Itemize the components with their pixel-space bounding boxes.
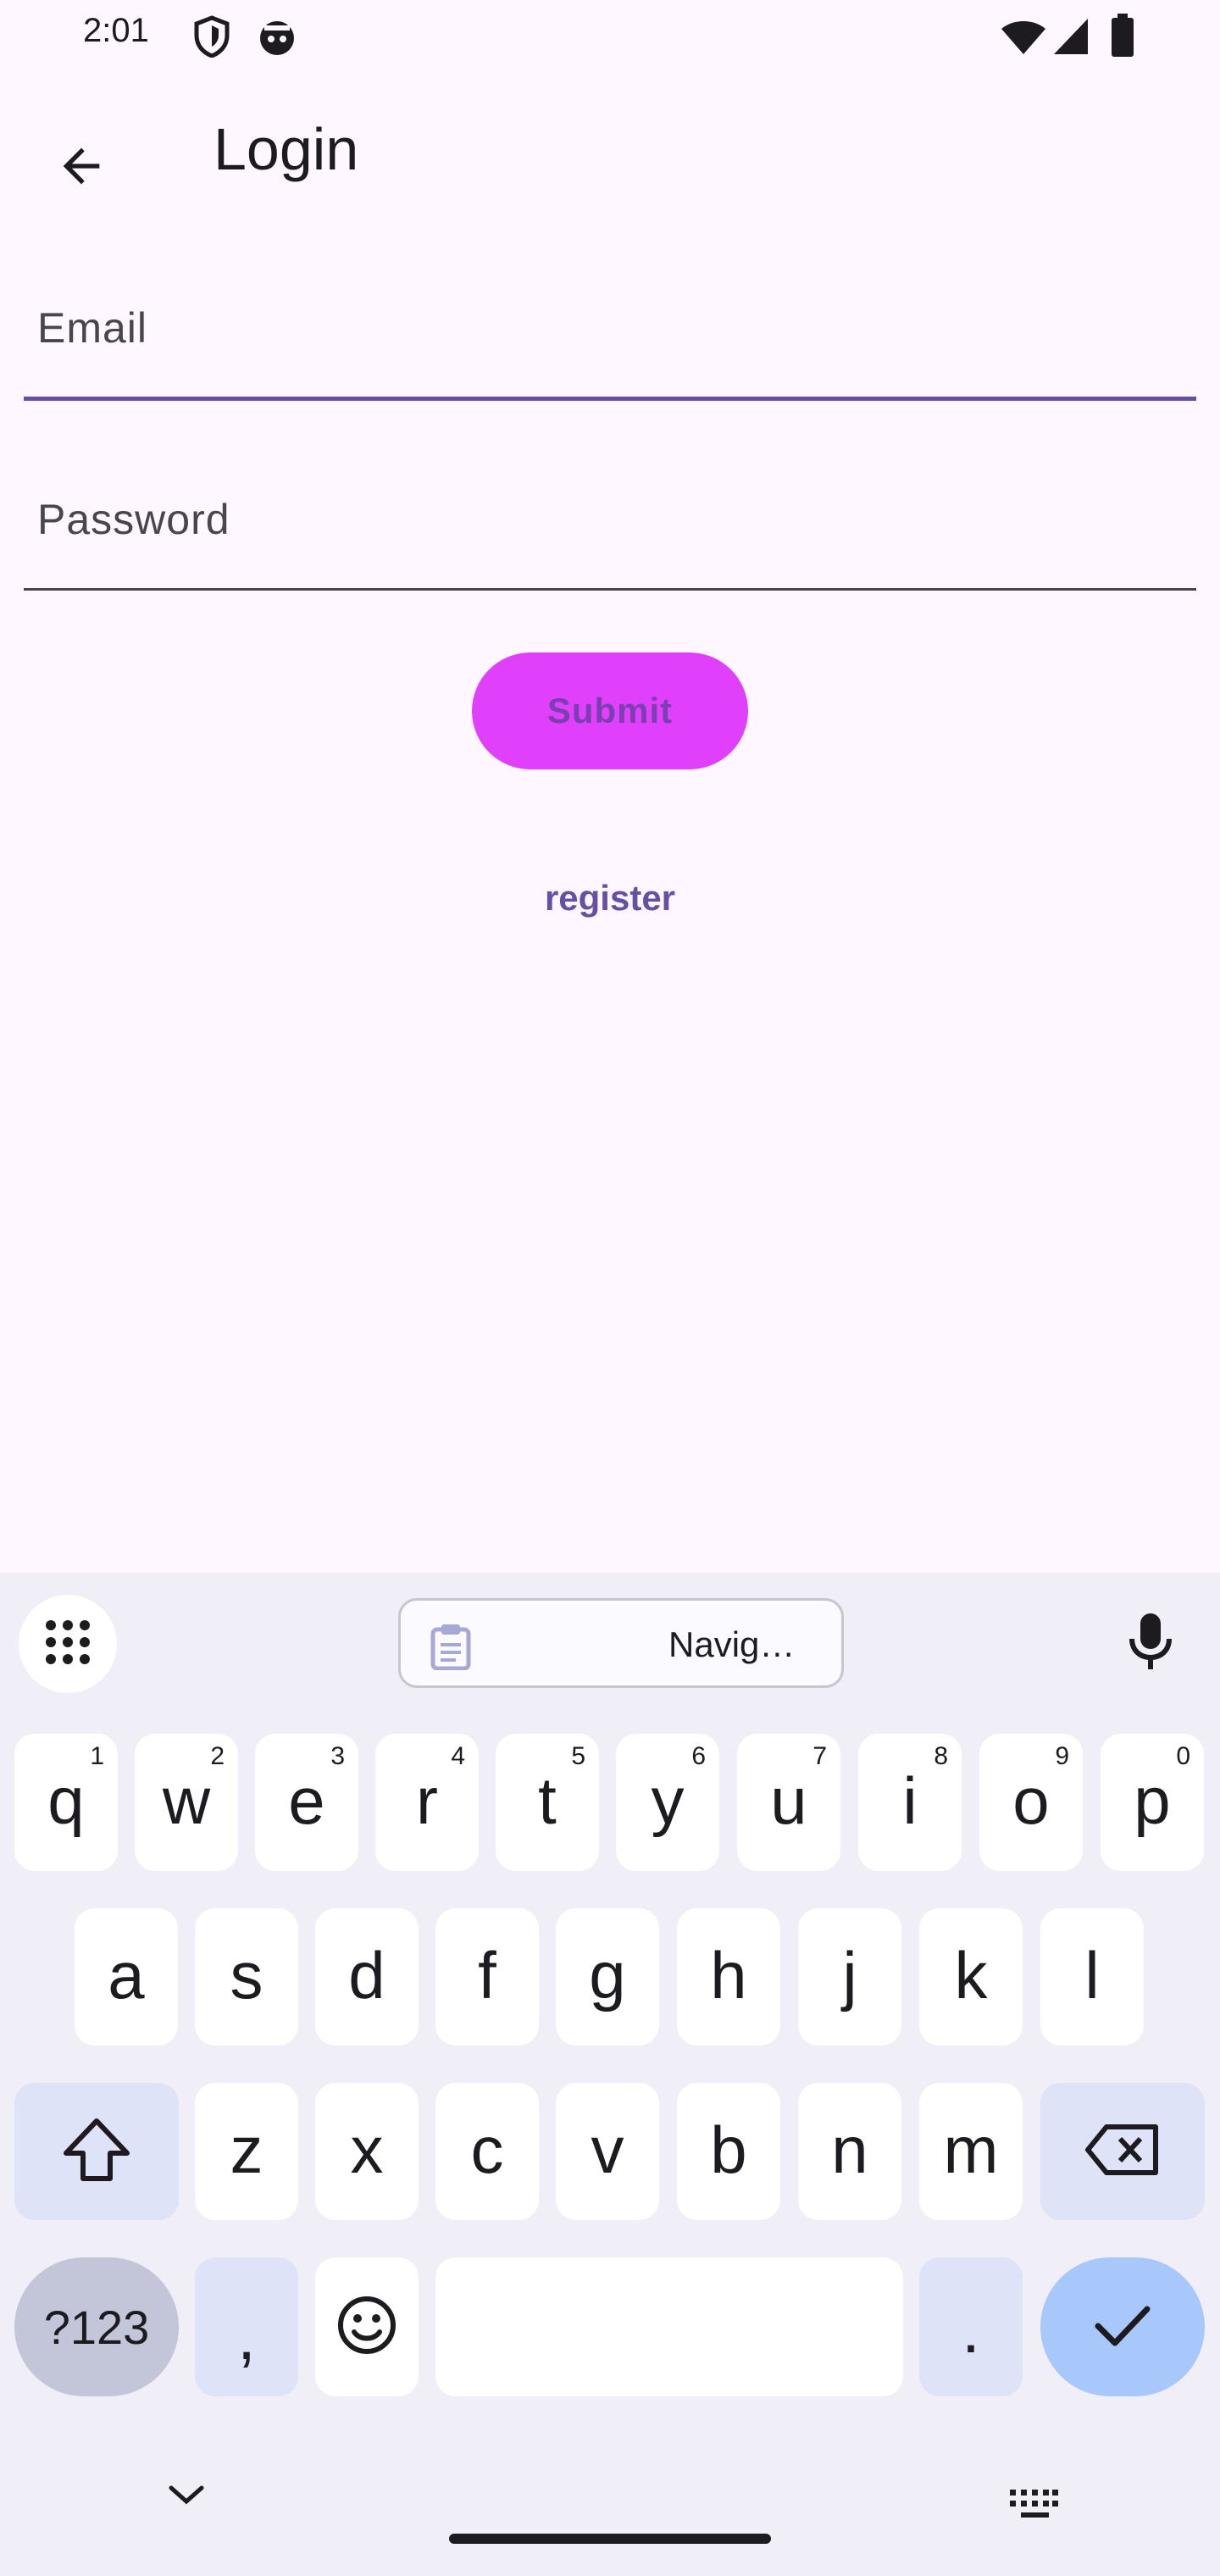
chevron-down-icon[interactable]: [166, 2483, 207, 2512]
vpn-shield-icon: [193, 15, 230, 62]
shift-icon: [61, 2118, 132, 2186]
apps-button[interactable]: [19, 1595, 117, 1693]
key-f[interactable]: f: [435, 1908, 539, 2046]
mic-icon: [1128, 1612, 1173, 1677]
key-q[interactable]: q1: [14, 1734, 118, 1871]
email-label: Email: [37, 304, 148, 352]
password-field[interactable]: Password: [24, 476, 1196, 595]
key-p[interactable]: p0: [1101, 1734, 1204, 1871]
register-link[interactable]: register: [525, 878, 695, 927]
submit-button[interactable]: Submit: [472, 652, 748, 769]
battery-icon: [1110, 14, 1135, 62]
page-title: Login: [214, 116, 359, 182]
android-face-icon: [258, 19, 297, 60]
key-g[interactable]: g: [556, 1908, 659, 2046]
back-button[interactable]: [41, 127, 122, 208]
arrow-back-icon: [54, 139, 108, 197]
key-m[interactable]: m: [919, 2083, 1023, 2220]
status-bar: 2:01: [0, 0, 1220, 76]
email-field[interactable]: Email: [24, 288, 1196, 407]
email-underline: [24, 397, 1196, 401]
emoji-key[interactable]: [315, 2257, 419, 2396]
soft-keyboard: Navig… q1 w2 e3 r4 t5 y6 u7 i8 o9 p0 a s…: [0, 1573, 1220, 2576]
wifi-icon: [1000, 19, 1047, 60]
clipboard-suggestion-chip[interactable]: Navig…: [398, 1598, 844, 1688]
key-l[interactable]: l: [1040, 1908, 1144, 2046]
top-app-bar: Login: [0, 76, 1220, 229]
keyboard-icon[interactable]: [1008, 2488, 1059, 2524]
shift-key[interactable]: [14, 2083, 179, 2220]
key-x[interactable]: x: [315, 2083, 419, 2220]
home-gesture-bar[interactable]: [449, 2534, 771, 2544]
password-label: Password: [37, 496, 230, 543]
key-k[interactable]: k: [919, 1908, 1023, 2046]
key-h[interactable]: h: [677, 1908, 780, 2046]
status-time: 2:01: [83, 12, 149, 49]
backspace-key[interactable]: [1040, 2083, 1205, 2220]
key-b[interactable]: b: [677, 2083, 780, 2220]
check-icon: [1093, 2302, 1152, 2352]
key-z[interactable]: z: [195, 2083, 298, 2220]
key-i[interactable]: i8: [858, 1734, 962, 1871]
key-d[interactable]: d: [315, 1908, 419, 2046]
key-r[interactable]: r4: [375, 1734, 479, 1871]
voice-input-button[interactable]: [1101, 1595, 1200, 1693]
password-underline: [24, 588, 1196, 591]
key-y[interactable]: y6: [616, 1734, 719, 1871]
symbols-key[interactable]: ?123: [14, 2257, 179, 2396]
symbols-label: ?123: [43, 2300, 150, 2354]
key-w[interactable]: w2: [135, 1734, 238, 1871]
key-v[interactable]: v: [556, 2083, 659, 2220]
key-c[interactable]: c: [435, 2083, 539, 2220]
key-e[interactable]: e3: [255, 1734, 358, 1871]
enter-key[interactable]: [1040, 2257, 1205, 2396]
key-j[interactable]: j: [798, 1908, 901, 2046]
grid-icon: [42, 1617, 93, 1672]
key-t[interactable]: t5: [496, 1734, 599, 1871]
signal-icon: [1052, 17, 1090, 60]
key-a[interactable]: a: [75, 1908, 178, 2046]
comma-key[interactable]: ,: [195, 2257, 298, 2396]
suggestion-text: Navig…: [668, 1624, 796, 1664]
backspace-icon: [1084, 2124, 1161, 2180]
key-u[interactable]: u7: [737, 1734, 840, 1871]
clipboard-icon: [430, 1623, 472, 1674]
key-o[interactable]: o9: [979, 1734, 1083, 1871]
key-s[interactable]: s: [195, 1908, 298, 2046]
emoji-icon: [336, 2295, 397, 2360]
period-key[interactable]: .: [919, 2257, 1023, 2396]
key-n[interactable]: n: [798, 2083, 901, 2220]
space-key[interactable]: [435, 2257, 903, 2396]
